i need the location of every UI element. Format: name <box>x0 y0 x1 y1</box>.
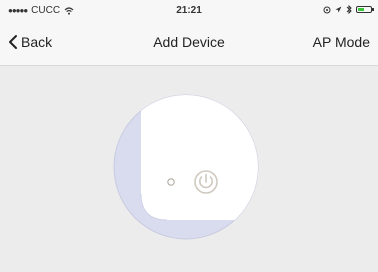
device-illustration <box>113 94 259 240</box>
battery-icon <box>356 6 374 13</box>
status-bar: ●●●●● CUCC 21:21 <box>0 0 378 22</box>
navigation-bar: Back Add Device AP Mode <box>0 22 378 66</box>
location-icon <box>323 6 331 13</box>
status-time: 21:21 <box>176 5 202 16</box>
ap-mode-button[interactable]: AP Mode <box>313 34 370 50</box>
status-right <box>323 5 374 14</box>
navigation-arrow-icon <box>335 6 342 13</box>
main-content <box>0 66 378 272</box>
bluetooth-icon <box>346 5 352 14</box>
